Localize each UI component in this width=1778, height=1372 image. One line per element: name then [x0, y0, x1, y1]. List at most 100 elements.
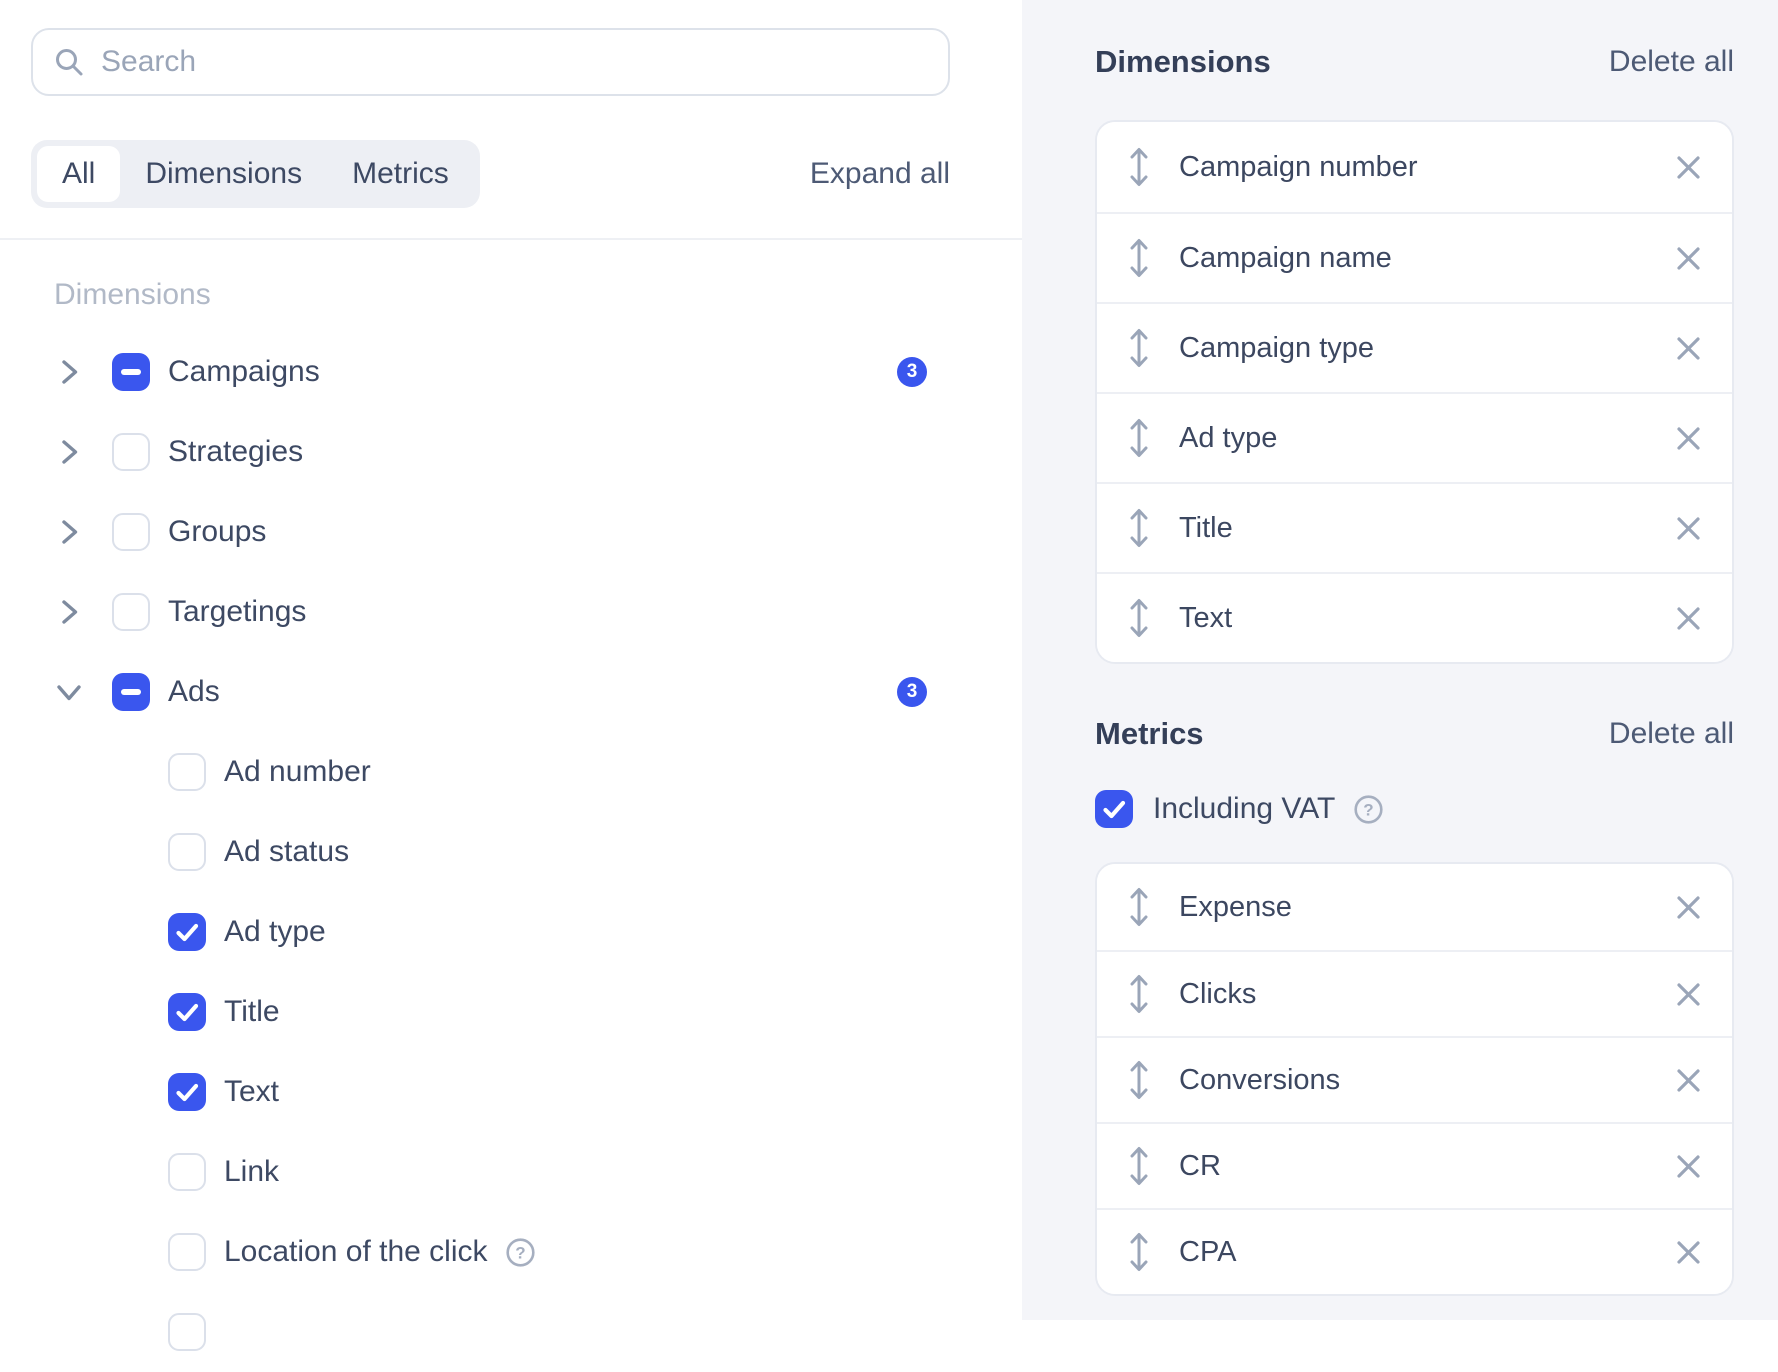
drag-handle-icon [1127, 236, 1151, 280]
selected-item-campaign-name[interactable]: Campaign name [1097, 212, 1732, 302]
remove-button[interactable] [1675, 981, 1702, 1008]
checkbox-ads[interactable] [112, 673, 150, 711]
remove-button[interactable] [1675, 1153, 1702, 1180]
drag-handle[interactable] [1127, 506, 1151, 550]
drag-handle[interactable] [1127, 416, 1151, 460]
tree-item-text[interactable]: Text [54, 1052, 927, 1132]
remove-button[interactable] [1675, 1239, 1702, 1266]
checkbox-targetings[interactable] [112, 593, 150, 631]
search-icon [53, 46, 85, 78]
remove-button[interactable] [1675, 335, 1702, 362]
expand-toggle[interactable] [54, 437, 84, 467]
remove-button[interactable] [1675, 894, 1702, 921]
remove-button[interactable] [1675, 1067, 1702, 1094]
drag-handle[interactable] [1127, 236, 1151, 280]
search-input[interactable] [99, 44, 928, 80]
selected-item-text[interactable]: Text [1097, 572, 1732, 662]
tree-item-ad-type[interactable]: Ad type [54, 892, 927, 972]
drag-handle-icon [1127, 145, 1151, 189]
dimensions-title: Dimensions [1095, 44, 1271, 80]
remove-icon [1675, 1239, 1702, 1266]
tree-item-title[interactable]: Title [54, 972, 927, 1052]
search-bar[interactable] [31, 28, 950, 96]
drag-handle[interactable] [1127, 1058, 1151, 1102]
checkmark-icon [168, 913, 206, 951]
drag-handle[interactable] [1127, 596, 1151, 640]
including-vat-label: Including VAT [1153, 792, 1335, 826]
tree-item-label: Ad type [224, 915, 326, 949]
selected-item-campaign-type[interactable]: Campaign type [1097, 302, 1732, 392]
checkbox-groups[interactable] [112, 513, 150, 551]
selected-item-label: Campaign name [1179, 242, 1392, 275]
tree-item-link[interactable]: Link [54, 1132, 927, 1212]
drag-handle[interactable] [1127, 326, 1151, 370]
selected-item-cr[interactable]: CR [1097, 1122, 1732, 1208]
checkbox-title[interactable] [168, 993, 206, 1031]
drag-handle[interactable] [1127, 972, 1151, 1016]
including-vat-row[interactable]: Including VAT ? [1095, 790, 1734, 828]
tree-item-label: Link [224, 1155, 279, 1189]
tree-rows: Campaigns3 Strategies Groups Targetings … [54, 332, 927, 1372]
selected-item-title[interactable]: Title [1097, 482, 1732, 572]
checkbox-text[interactable] [168, 1073, 206, 1111]
selected-item-label: Campaign number [1179, 151, 1418, 184]
tab-all[interactable]: All [37, 146, 120, 202]
expand-all-button[interactable]: Expand all [810, 157, 950, 191]
including-vat-checkbox[interactable] [1095, 790, 1133, 828]
tree-item-label: Strategies [168, 435, 303, 469]
tab-dimensions[interactable]: Dimensions [120, 146, 327, 202]
tree-item-ad-status[interactable]: Ad status [54, 812, 927, 892]
checkmark-icon [1095, 790, 1133, 828]
checkbox-ad-status[interactable] [168, 833, 206, 871]
checkbox-item[interactable] [168, 1313, 206, 1351]
help-icon[interactable]: ? [505, 1237, 536, 1268]
selected-item-cpa[interactable]: CPA [1097, 1208, 1732, 1294]
remove-button[interactable] [1675, 515, 1702, 542]
report-settings-screen: AllDimensionsMetrics Expand all Dimensio… [0, 0, 1778, 1320]
drag-handle[interactable] [1127, 1144, 1151, 1188]
tab-metrics[interactable]: Metrics [327, 146, 474, 202]
checkbox-strategies[interactable] [112, 433, 150, 471]
tree-item-groups[interactable]: Groups [54, 492, 927, 572]
tree-item-item[interactable] [54, 1292, 927, 1372]
selected-item-label: Clicks [1179, 978, 1256, 1011]
selected-item-expense[interactable]: Expense [1097, 864, 1732, 950]
tree-item-ad-number[interactable]: Ad number [54, 732, 927, 812]
checkbox-location-of-the-click[interactable] [168, 1233, 206, 1271]
metrics-delete-all-button[interactable]: Delete all [1609, 717, 1734, 751]
remove-button[interactable] [1675, 245, 1702, 272]
drag-handle[interactable] [1127, 145, 1151, 189]
drag-handle[interactable] [1127, 1230, 1151, 1274]
tree-item-strategies[interactable]: Strategies [54, 412, 927, 492]
help-icon[interactable]: ? [1353, 794, 1384, 825]
chevron-right-icon [54, 517, 84, 547]
metrics-header: Metrics Delete all [1095, 716, 1734, 752]
checkbox-ad-number[interactable] [168, 753, 206, 791]
selected-item-ad-type[interactable]: Ad type [1097, 392, 1732, 482]
question-mark-icon: ? [1353, 794, 1384, 825]
selected-item-campaign-number[interactable]: Campaign number [1097, 122, 1732, 212]
collapse-toggle[interactable] [54, 677, 84, 707]
remove-button[interactable] [1675, 154, 1702, 181]
checkbox-ad-type[interactable] [168, 913, 206, 951]
tree-item-targetings[interactable]: Targetings [54, 572, 927, 652]
checkbox-link[interactable] [168, 1153, 206, 1191]
dimensions-delete-all-button[interactable]: Delete all [1609, 45, 1734, 79]
minus-icon [121, 369, 141, 375]
tree-item-ads[interactable]: Ads3 [54, 652, 927, 732]
dimensions-header: Dimensions Delete all [1095, 44, 1734, 80]
remove-button[interactable] [1675, 605, 1702, 632]
remove-button[interactable] [1675, 425, 1702, 452]
selected-item-clicks[interactable]: Clicks [1097, 950, 1732, 1036]
drag-handle[interactable] [1127, 885, 1151, 929]
tree-item-campaigns[interactable]: Campaigns3 [54, 332, 927, 412]
expand-toggle[interactable] [54, 517, 84, 547]
selected-count-badge: 3 [897, 677, 927, 707]
selected-item-label: Campaign type [1179, 332, 1374, 365]
expand-toggle[interactable] [54, 597, 84, 627]
expand-toggle[interactable] [54, 357, 84, 387]
selected-item-conversions[interactable]: Conversions [1097, 1036, 1732, 1122]
checkbox-campaigns[interactable] [112, 353, 150, 391]
selected-item-label: Ad type [1179, 422, 1277, 455]
tree-item-location-of-the-click[interactable]: Location of the click? [54, 1212, 927, 1292]
